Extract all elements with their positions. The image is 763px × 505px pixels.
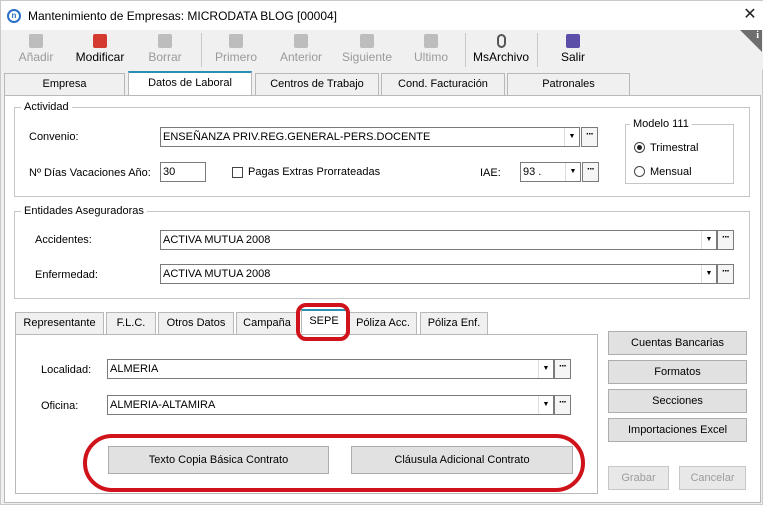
- convenio-select[interactable]: ENSEÑANZA PRIV.REG.GENERAL-PERS.DOCENTE: [160, 127, 580, 147]
- last-label: Ultimo: [413, 50, 448, 64]
- previous-label: Anterior: [279, 50, 323, 64]
- accidentes-browse-button[interactable]: ···: [717, 230, 734, 250]
- localidad-label: Localidad:: [41, 364, 92, 376]
- accidentes-label: Accidentes:: [35, 234, 92, 246]
- minus-icon: [158, 34, 172, 48]
- window-title: Mantenimiento de Empresas: MICRODATA BLO…: [28, 9, 338, 23]
- pagas-extras-checkbox[interactable]: [232, 167, 243, 178]
- next-label: Siguiente: [341, 50, 393, 64]
- tab-datos-laboral[interactable]: Datos de Laboral: [128, 71, 252, 95]
- enfermedad-select[interactable]: ACTIVA MUTUA 2008: [160, 264, 717, 284]
- msarchivo-button[interactable]: MsArchivo: [469, 30, 533, 70]
- localidad-select[interactable]: ALMERIA: [107, 359, 554, 379]
- add-button[interactable]: Añadir: [9, 30, 63, 70]
- first-record-icon: [229, 34, 243, 48]
- first-button[interactable]: Primero: [207, 30, 265, 70]
- trimestral-label: Trimestral: [650, 142, 699, 154]
- secciones-button[interactable]: Secciones: [608, 389, 747, 413]
- tab-poliza-enf[interactable]: Póliza Enf.: [420, 312, 488, 334]
- last-record-icon: [424, 34, 438, 48]
- tab-flc[interactable]: F.L.C.: [106, 312, 156, 334]
- entidades-group: Entidades Aseguradoras: [14, 205, 750, 299]
- convenio-label: Convenio:: [29, 131, 79, 143]
- oficina-browse-button[interactable]: ···: [554, 395, 571, 415]
- chevron-down-icon[interactable]: ▼: [701, 231, 716, 249]
- iae-browse-button[interactable]: ···: [582, 162, 599, 182]
- tab-centros-trabajo[interactable]: Centros de Trabajo: [255, 73, 379, 95]
- add-label: Añadir: [18, 50, 54, 64]
- info-icon: i: [756, 30, 759, 41]
- tab-representante[interactable]: Representante: [15, 312, 104, 334]
- accidentes-select[interactable]: ACTIVA MUTUA 2008: [160, 230, 717, 250]
- tab-campana[interactable]: Campaña: [236, 312, 298, 334]
- convenio-browse-button[interactable]: ···: [581, 127, 598, 147]
- entidades-title: Entidades Aseguradoras: [21, 205, 147, 217]
- tab-poliza-acc[interactable]: Póliza Acc.: [349, 312, 417, 334]
- formatos-button[interactable]: Formatos: [608, 360, 747, 384]
- app-logo-icon: n: [7, 9, 21, 23]
- edit-record-icon: [93, 34, 107, 48]
- chevron-down-icon[interactable]: ▼: [701, 265, 716, 283]
- first-label: Primero: [214, 50, 257, 64]
- next-button[interactable]: Siguiente: [337, 30, 397, 70]
- trimestral-radio[interactable]: [634, 142, 645, 153]
- toolbar-separator: [465, 33, 466, 67]
- enfermedad-browse-button[interactable]: ···: [717, 264, 734, 284]
- modify-label: Modificar: [75, 50, 125, 64]
- sepe-tab-highlight: [296, 303, 350, 341]
- exit-button[interactable]: Salir: [547, 30, 599, 70]
- chevron-down-icon[interactable]: ▼: [564, 128, 579, 146]
- iae-label: IAE:: [480, 167, 501, 179]
- plus-icon: [29, 34, 43, 48]
- tab-cond-facturacion[interactable]: Cond. Facturación: [381, 73, 505, 95]
- msarchivo-label: MsArchivo: [472, 50, 529, 64]
- tab-empresa[interactable]: Empresa: [4, 73, 125, 95]
- actividad-title: Actividad: [21, 101, 72, 113]
- mensual-label: Mensual: [650, 166, 692, 178]
- modify-button[interactable]: Modificar: [67, 30, 133, 70]
- vacaciones-label: Nº Días Vacaciones Año:: [29, 167, 151, 179]
- toolbar: Añadir Modificar Borrar Primero Anterior…: [1, 30, 763, 70]
- cuentas-bancarias-button[interactable]: Cuentas Bancarias: [608, 331, 747, 355]
- company-maintenance-window: n Mantenimiento de Empresas: MICRODATA B…: [0, 0, 763, 505]
- exit-label: Salir: [560, 50, 585, 64]
- last-button[interactable]: Ultimo: [405, 30, 457, 70]
- importaciones-excel-button[interactable]: Importaciones Excel: [608, 418, 747, 442]
- enfermedad-label: Enfermedad:: [35, 269, 98, 281]
- previous-button[interactable]: Anterior: [271, 30, 331, 70]
- modelo111-title: Modelo 111: [630, 118, 692, 130]
- previous-record-icon: [294, 34, 308, 48]
- delete-button[interactable]: Borrar: [139, 30, 191, 70]
- pagas-extras-label: Pagas Extras Prorrateadas: [248, 166, 381, 178]
- toolbar-separator: [537, 33, 538, 67]
- tab-otros-datos[interactable]: Otros Datos: [158, 312, 234, 334]
- paperclip-icon: [496, 34, 506, 48]
- vacaciones-input[interactable]: 30: [160, 162, 206, 182]
- next-record-icon: [360, 34, 374, 48]
- oficina-select[interactable]: ALMERIA-ALTAMIRA: [107, 395, 554, 415]
- toolbar-separator: [201, 33, 202, 67]
- tab-patronales[interactable]: Patronales: [507, 73, 630, 95]
- localidad-browse-button[interactable]: ···: [554, 359, 571, 379]
- chevron-down-icon[interactable]: ▼: [538, 396, 553, 414]
- chevron-down-icon[interactable]: ▼: [538, 360, 553, 378]
- chevron-down-icon[interactable]: ▼: [565, 163, 580, 181]
- cancelar-button[interactable]: Cancelar: [679, 466, 746, 490]
- delete-label: Borrar: [148, 50, 182, 64]
- mensual-radio[interactable]: [634, 166, 645, 177]
- title-bar: n Mantenimiento de Empresas: MICRODATA B…: [1, 1, 763, 30]
- exit-door-icon: [566, 34, 580, 48]
- oficina-label: Oficina:: [41, 400, 79, 412]
- contract-buttons-highlight: [83, 434, 585, 492]
- close-icon[interactable]: ✕: [739, 4, 761, 26]
- grabar-button[interactable]: Grabar: [608, 466, 669, 490]
